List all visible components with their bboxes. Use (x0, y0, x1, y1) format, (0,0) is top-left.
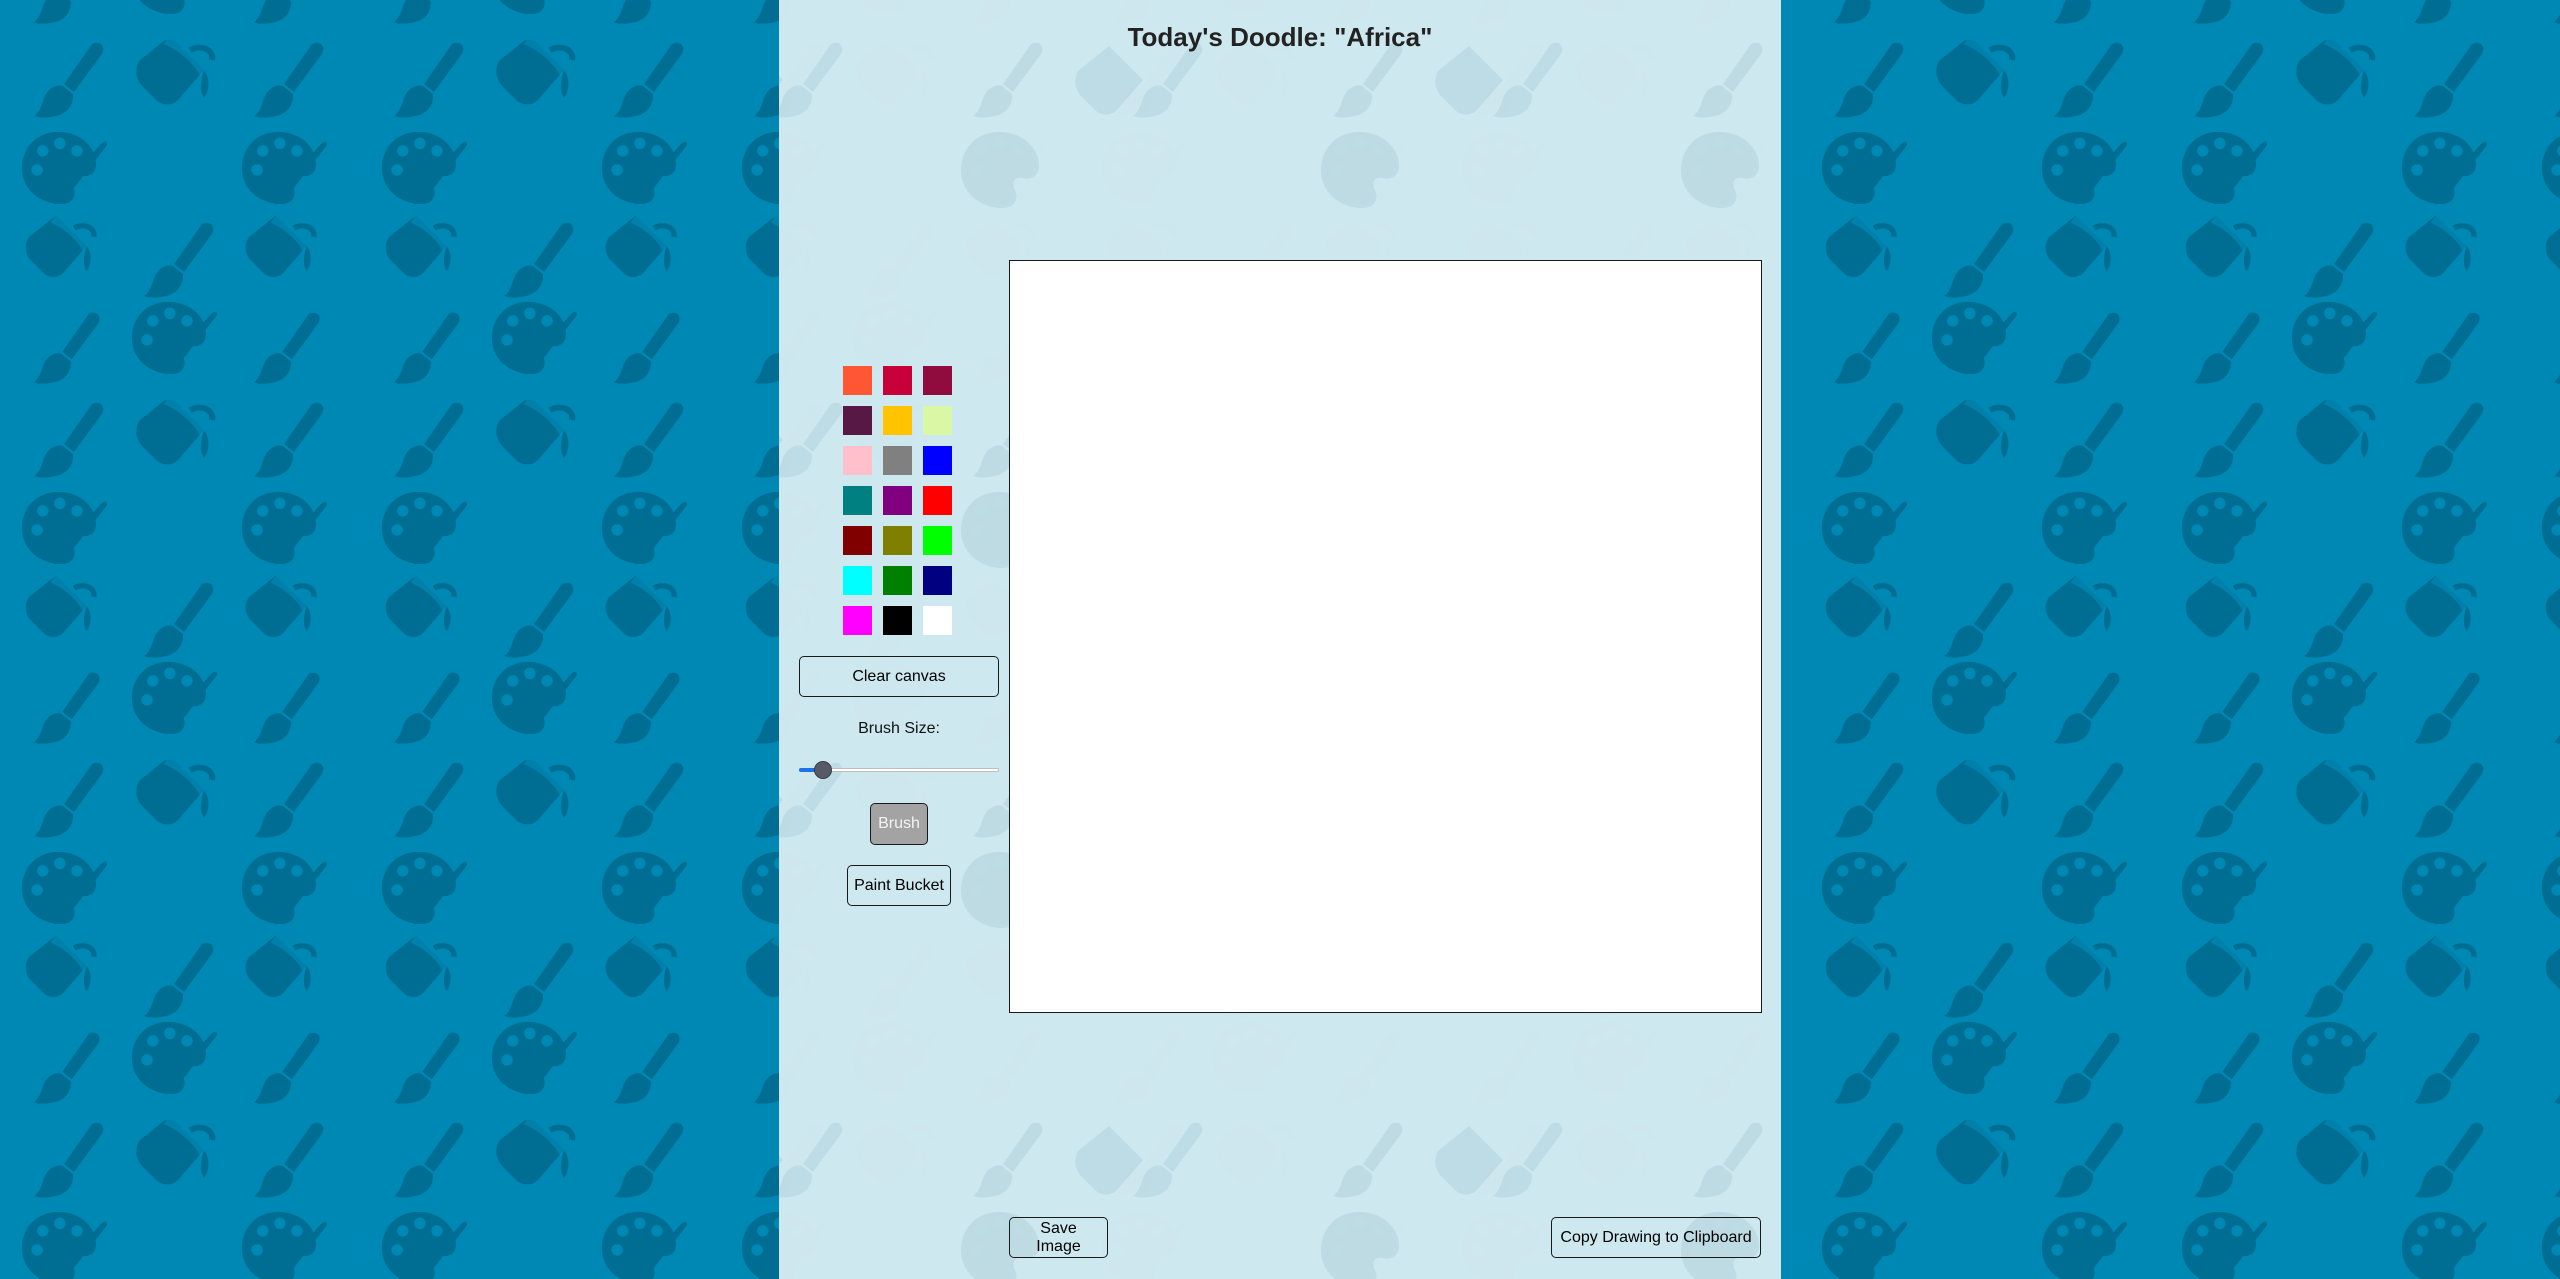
color-swatch[interactable] (843, 366, 872, 395)
color-palette (843, 366, 956, 635)
color-swatch[interactable] (883, 606, 912, 635)
brush-size-label: Brush Size: (858, 720, 940, 737)
save-image-button[interactable]: Save Image (1009, 1217, 1108, 1258)
color-swatch[interactable] (923, 526, 952, 555)
color-swatch[interactable] (923, 486, 952, 515)
brush-size-slider[interactable] (799, 760, 999, 780)
drawing-canvas[interactable] (1009, 260, 1762, 1013)
color-swatch[interactable] (923, 366, 952, 395)
color-swatch[interactable] (883, 366, 912, 395)
page-title: Today's Doodle: "Africa" (1127, 22, 1433, 52)
color-swatch[interactable] (843, 526, 872, 555)
copy-to-clipboard-button[interactable]: Copy Drawing to Clipboard (1551, 1217, 1761, 1258)
brush-tool-button[interactable]: Brush (870, 803, 928, 845)
color-swatch[interactable] (923, 566, 952, 595)
slider-thumb[interactable] (813, 761, 832, 779)
color-swatch[interactable] (883, 446, 912, 475)
color-swatch[interactable] (843, 566, 872, 595)
color-swatch[interactable] (883, 566, 912, 595)
clear-canvas-button[interactable]: Clear canvas (799, 656, 999, 697)
color-swatch[interactable] (843, 486, 872, 515)
color-swatch[interactable] (843, 446, 872, 475)
color-swatch[interactable] (923, 606, 952, 635)
color-swatch[interactable] (923, 406, 952, 435)
color-swatch[interactable] (883, 486, 912, 515)
color-swatch[interactable] (843, 606, 872, 635)
color-swatch[interactable] (923, 446, 952, 475)
color-swatch[interactable] (883, 526, 912, 555)
color-swatch[interactable] (843, 406, 872, 435)
paint-bucket-tool-button[interactable]: Paint Bucket (847, 865, 951, 906)
color-swatch[interactable] (883, 406, 912, 435)
